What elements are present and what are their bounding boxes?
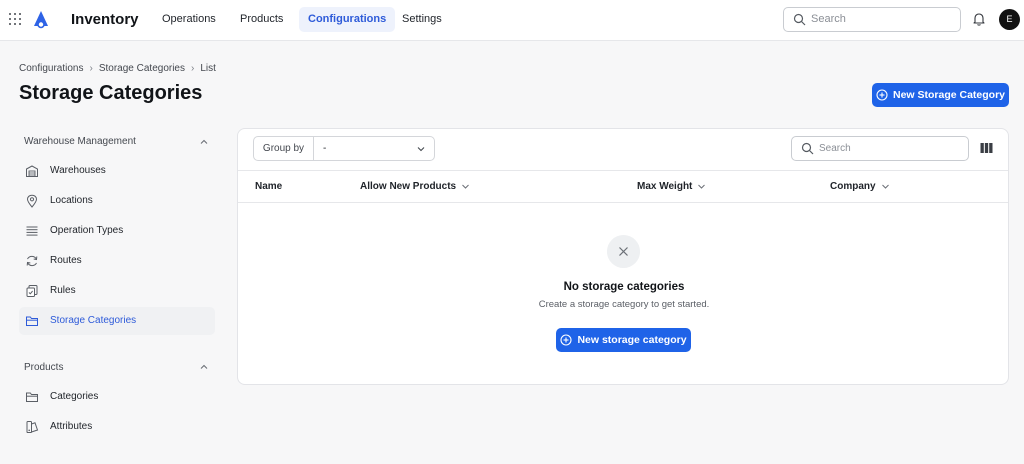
top-navbar: Inventory Operations Products Configurat… [0, 0, 1024, 41]
table-header: Name Allow New Products Max Weight Compa… [238, 170, 1008, 203]
new-storage-category-label: New Storage Category [892, 89, 1006, 101]
sidebar-item-label: Locations [50, 195, 93, 206]
group-by-label: Group by [254, 137, 314, 160]
table-search-input[interactable]: Search [791, 136, 969, 161]
app-title: Inventory [71, 11, 139, 28]
search-placeholder: Search [811, 13, 846, 25]
attribute-icon [26, 421, 39, 433]
nav-operations[interactable]: Operations [153, 7, 225, 32]
empty-state-new-button[interactable]: New storage category [556, 328, 691, 352]
column-header-name[interactable]: Name [255, 181, 282, 192]
sidebar-item-locations[interactable]: Locations [19, 187, 215, 215]
sidebar-item-attributes[interactable]: Attributes [19, 413, 215, 441]
chevron-down-icon [417, 147, 425, 152]
page-title: Storage Categories [19, 82, 203, 104]
sidebar-item-label: Routes [50, 255, 82, 266]
list-icon [26, 226, 38, 236]
plus-circle-icon [560, 334, 572, 346]
group-by-value: - [323, 143, 327, 154]
column-header-company[interactable]: Company [830, 181, 890, 192]
sidebar-item-label: Storage Categories [50, 315, 137, 326]
nav-settings[interactable]: Settings [393, 7, 451, 32]
storage-categories-panel: Group by - Search Name Allow New Product… [237, 128, 1009, 385]
refresh-icon [26, 255, 38, 267]
folder-icon [26, 316, 38, 326]
user-avatar[interactable]: E [999, 9, 1020, 30]
sidebar-item-operation-types[interactable]: Operation Types [19, 217, 215, 245]
columns-icon[interactable] [980, 142, 993, 154]
nav-products[interactable]: Products [231, 7, 292, 32]
sidebar-item-label: Attributes [50, 421, 93, 432]
group-by-select[interactable]: Group by - [253, 136, 435, 161]
sidebar-item-categories[interactable]: Categories [19, 383, 215, 411]
sidebar-item-routes[interactable]: Routes [19, 247, 215, 275]
breadcrumb-storage-categories[interactable]: Storage Categories [99, 63, 185, 74]
global-search-input[interactable]: Search [783, 7, 961, 32]
sidebar-section-products[interactable]: Products [24, 362, 63, 373]
sidebar-item-warehouses[interactable]: Warehouses [19, 157, 215, 185]
sidebar-item-storage-categories[interactable]: Storage Categories [19, 307, 215, 335]
chevron-up-icon[interactable] [199, 362, 209, 372]
chevron-up-icon[interactable] [199, 137, 209, 147]
breadcrumb-list: List [200, 63, 216, 74]
warehouse-icon [26, 165, 38, 177]
new-storage-category-button[interactable]: New Storage Category [872, 83, 1009, 107]
empty-state-subtitle: Create a storage category to get started… [538, 299, 710, 310]
bell-icon[interactable] [971, 11, 987, 27]
empty-state-button-label: New storage category [577, 334, 687, 346]
apps-grid-icon[interactable] [9, 13, 21, 25]
nav-configurations[interactable]: Configurations [299, 7, 396, 32]
sidebar-item-rules[interactable]: Rules [19, 277, 215, 305]
close-icon [607, 235, 640, 268]
location-pin-icon [26, 194, 38, 208]
sidebar-item-label: Warehouses [50, 165, 106, 176]
chevron-down-icon [698, 184, 706, 189]
search-icon [793, 13, 806, 26]
column-label: Name [255, 181, 283, 192]
column-header-max-weight[interactable]: Max Weight [637, 181, 706, 192]
sidebar-section-warehouse-management[interactable]: Warehouse Management [24, 136, 136, 147]
column-header-allow-new-products[interactable]: Allow New Products [360, 181, 470, 192]
search-icon [801, 142, 814, 155]
folder-icon [26, 392, 38, 402]
rules-icon [26, 285, 38, 297]
app-logo-icon[interactable] [30, 9, 52, 31]
breadcrumb: Configurations › Storage Categories › List [19, 63, 216, 74]
chevron-down-icon [462, 184, 469, 189]
breadcrumb-configurations[interactable]: Configurations [19, 63, 83, 74]
sidebar-item-label: Categories [50, 391, 99, 402]
plus-circle-icon [876, 89, 888, 101]
chevron-down-icon [881, 184, 889, 189]
sidebar-item-label: Operation Types [50, 225, 124, 236]
column-label: Max Weight [637, 181, 693, 192]
sidebar-item-label: Rules [50, 285, 76, 296]
search-placeholder: Search [819, 143, 851, 154]
empty-state-title: No storage categories [563, 281, 685, 293]
column-label: Company [830, 181, 876, 192]
column-label: Allow New Products [360, 181, 457, 192]
